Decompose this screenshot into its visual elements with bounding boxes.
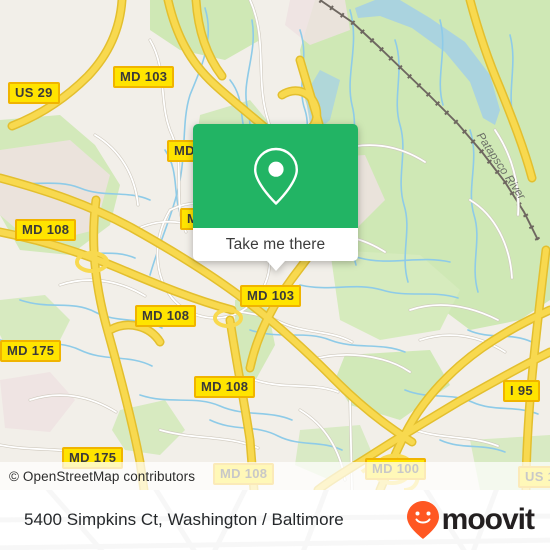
- road-shield-label: MD 108: [22, 222, 70, 237]
- moovit-wordmark: moovit: [441, 503, 535, 536]
- road-shield: MD 175: [0, 340, 62, 362]
- take-me-there-card[interactable]: Take me there: [193, 124, 358, 271]
- road-shield-label: US 29: [15, 85, 53, 100]
- road-shield: MD 108: [194, 376, 256, 398]
- road-shield-label: MD 175: [7, 343, 55, 358]
- road-shield-label: MD 103: [247, 288, 295, 303]
- attribution-bar: © OpenStreetMap contributors: [0, 462, 550, 490]
- card-pointer-tail: [266, 261, 285, 271]
- card-icon-area: [193, 124, 358, 228]
- road-shield: I 95: [503, 380, 540, 402]
- take-me-there-label: Take me there: [225, 235, 326, 253]
- road-shield: US 29: [8, 82, 60, 104]
- take-me-there-button[interactable]: Take me there: [193, 228, 358, 271]
- road-shield-label: MD 108: [142, 308, 190, 323]
- road-shield: MD 103: [240, 285, 302, 307]
- footer-bar: 5400 Simpkins Ct, Washington / Baltimore…: [0, 490, 550, 550]
- road-shield-label: MD 103: [120, 69, 168, 84]
- attribution-text: © OpenStreetMap contributors: [9, 468, 196, 484]
- road-shield-label: MD: [174, 143, 195, 158]
- road-shield: MD 108: [135, 305, 197, 327]
- moovit-logo[interactable]: moovit: [406, 500, 535, 540]
- road-shield: MD 103: [113, 66, 175, 88]
- map-screenshot: Patapsco River US 29MD 103MDMDMD 108MD 1…: [0, 0, 550, 550]
- map-pin-icon: [253, 147, 298, 205]
- footer-address: 5400 Simpkins Ct, Washington / Baltimore: [24, 510, 344, 529]
- moovit-pin-smiley-icon: [406, 501, 439, 539]
- road-shield: MD 108: [15, 219, 77, 241]
- road-shield-label: I 95: [510, 383, 533, 398]
- road-shield-label: MD 108: [201, 379, 249, 394]
